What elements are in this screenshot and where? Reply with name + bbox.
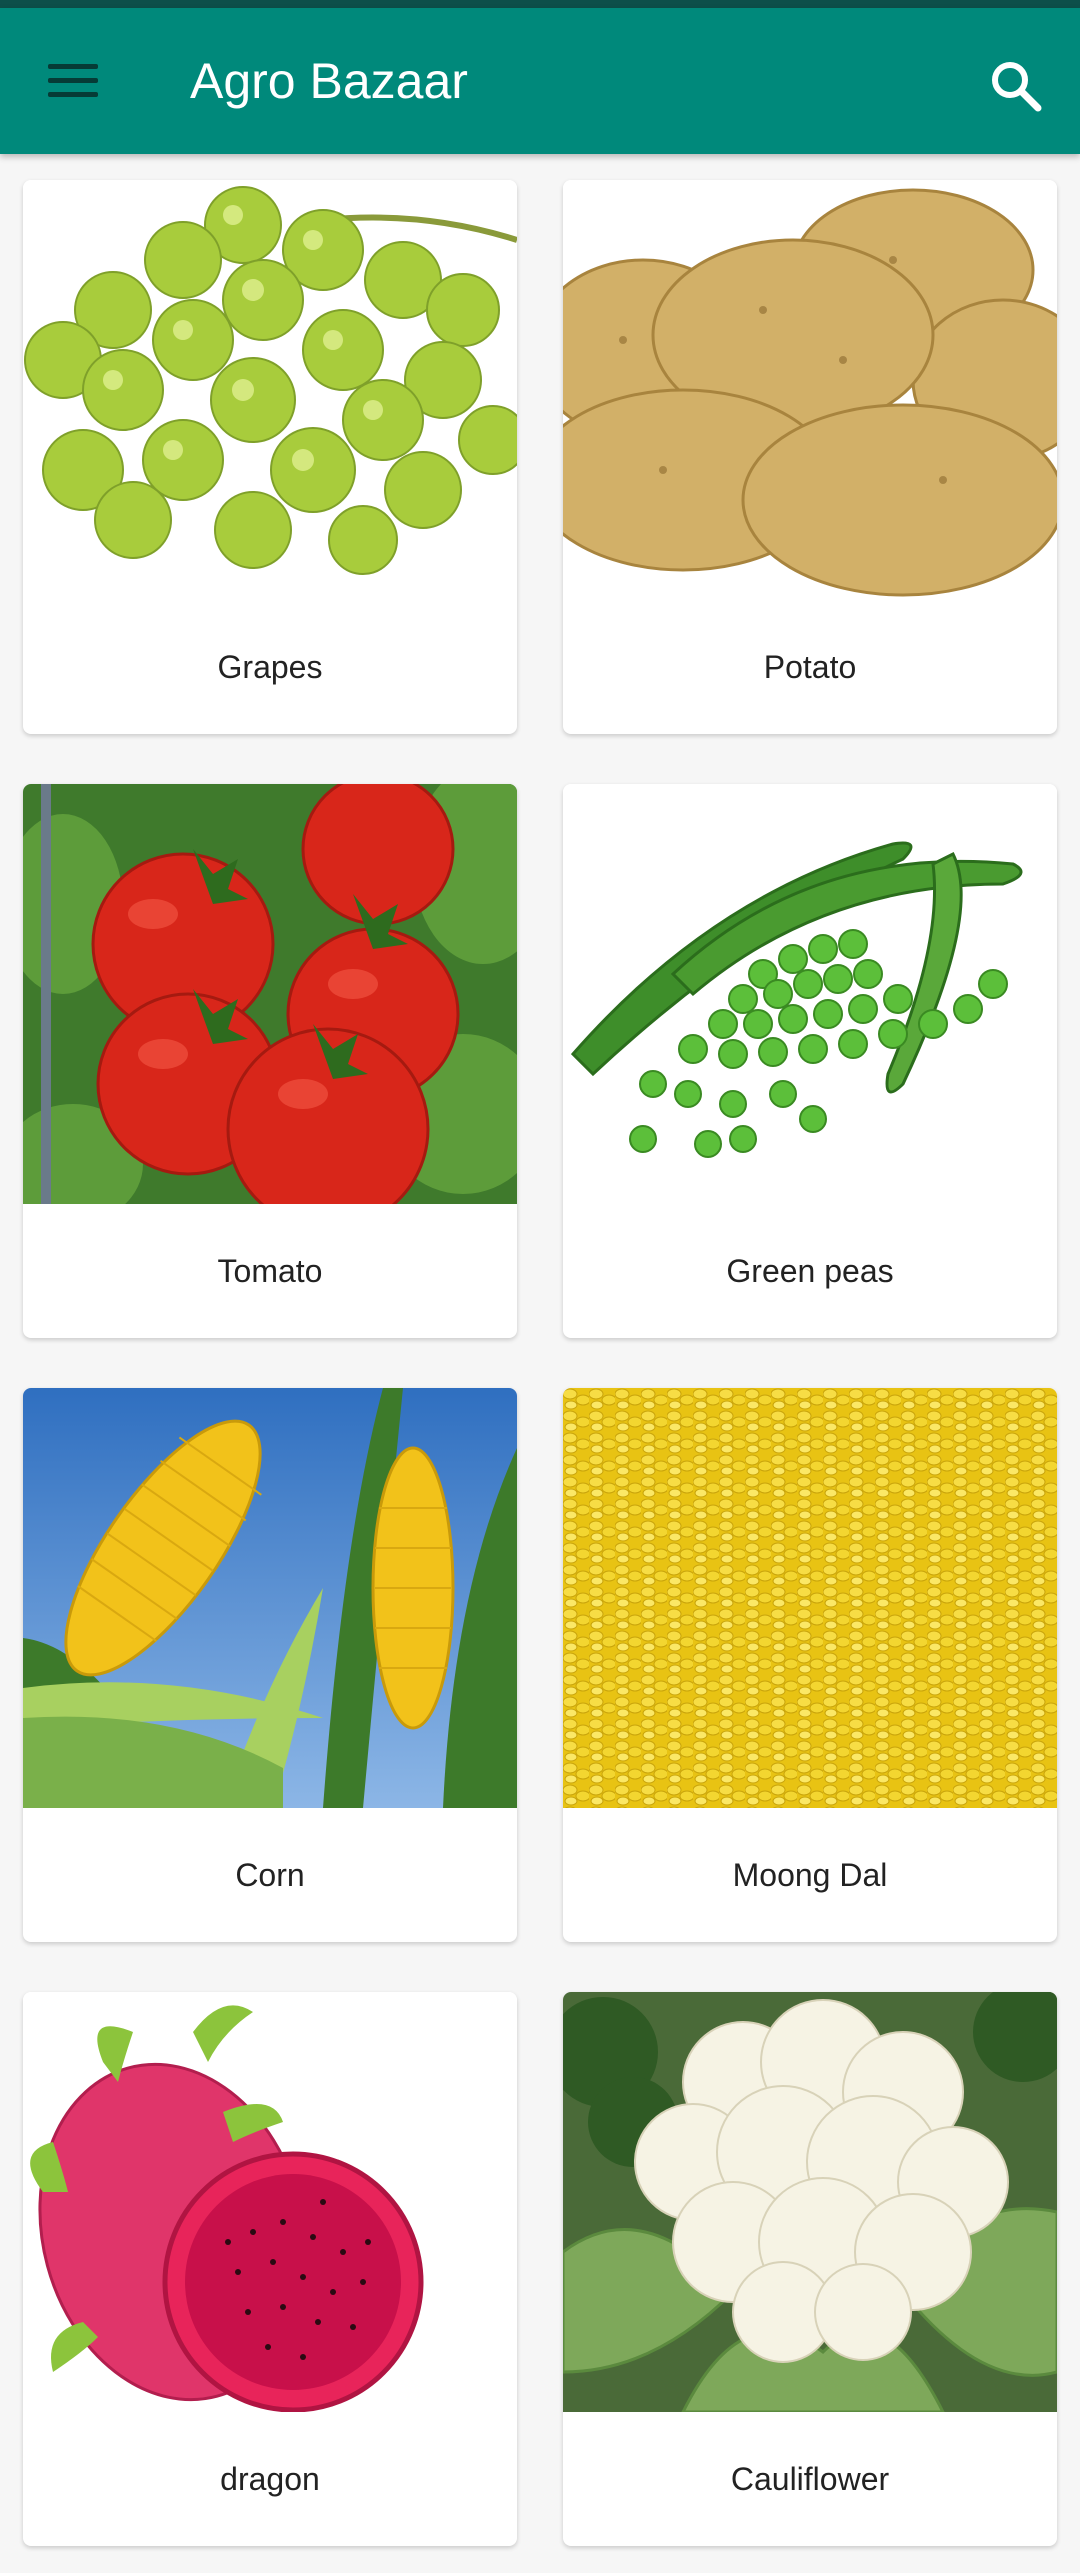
menu-button[interactable] bbox=[40, 56, 104, 106]
product-name: Grapes bbox=[217, 648, 323, 685]
tomato-image bbox=[23, 784, 517, 1204]
product-name: dragon bbox=[220, 2460, 320, 2497]
product-card-cauliflower[interactable]: Cauliflower bbox=[563, 1992, 1057, 2546]
product-name: Cauliflower bbox=[730, 2460, 890, 2497]
product-card-potato[interactable]: Potato bbox=[563, 180, 1057, 734]
grapes-image bbox=[23, 180, 517, 600]
product-card-tomato[interactable]: Tomato bbox=[23, 784, 517, 1338]
product-name: Tomato bbox=[217, 1252, 323, 1289]
product-name: Corn bbox=[235, 1856, 305, 1893]
potato-image bbox=[563, 180, 1057, 600]
search-icon bbox=[992, 62, 1042, 112]
status-bar-strip bbox=[0, 0, 1080, 8]
cauliflower-image bbox=[563, 1992, 1057, 2412]
product-name: Green peas bbox=[726, 1252, 894, 1289]
product-card-grapes[interactable]: Grapes bbox=[23, 180, 517, 734]
product-card-dragon[interactable]: dragon bbox=[23, 1992, 517, 2546]
dragon-fruit-image bbox=[23, 1992, 517, 2412]
app-title: Agro Bazaar bbox=[190, 53, 468, 109]
moong-dal-image bbox=[563, 1388, 1057, 1808]
product-name: Moong Dal bbox=[732, 1856, 888, 1893]
search-button[interactable] bbox=[984, 54, 1048, 118]
product-card-green-peas[interactable]: Green peas bbox=[563, 784, 1057, 1338]
corn-image bbox=[23, 1388, 517, 1808]
app-bar: Agro Bazaar bbox=[0, 8, 1080, 154]
green-peas-image bbox=[563, 784, 1057, 1204]
product-name: Potato bbox=[763, 648, 857, 685]
product-card-corn[interactable]: Corn bbox=[23, 1388, 517, 1942]
product-card-moong-dal[interactable]: Moong Dal bbox=[563, 1388, 1057, 1942]
